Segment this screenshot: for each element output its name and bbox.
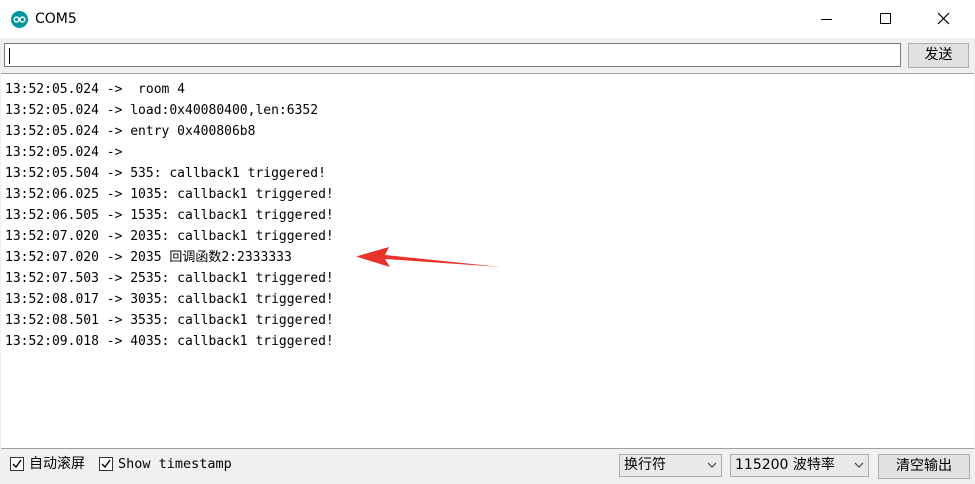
clear-output-button[interactable]: 清空输出 [878,454,970,479]
show-timestamp-checkbox[interactable] [99,457,113,471]
chevron-down-icon [707,462,717,468]
serial-output[interactable]: 13:52:05.024 -> room 4 13:52:05.024 -> lo… [1,73,974,449]
red-arrow-annotation [356,247,501,267]
command-input[interactable] [4,43,901,67]
chevron-down-icon [854,462,864,468]
autoscroll-label: 自动滚屏 [29,456,85,472]
arduino-logo-icon [11,11,28,28]
arrow-shape [356,247,501,267]
checkmark-icon [101,459,111,469]
autoscroll-checkbox[interactable] [10,457,24,471]
maximize-button[interactable] [855,0,915,38]
close-icon [937,12,950,25]
command-bar: 发送 [0,38,975,72]
status-bar: 自动滚屏 Show timestamp 换行符 115200 波特率 清空输出 [0,449,975,484]
maximize-icon [880,13,891,24]
line-ending-value: 换行符 [624,457,666,473]
baud-rate-value: 115200 波特率 [735,457,835,473]
text-caret [9,48,10,64]
line-ending-select[interactable]: 换行符 [619,454,722,477]
minimize-icon [821,19,832,20]
title-bar: COM5 [0,0,975,38]
send-button[interactable]: 发送 [908,43,969,68]
baud-rate-select[interactable]: 115200 波特率 [730,454,869,477]
show-timestamp-label: Show timestamp [118,456,232,472]
close-button[interactable] [913,0,973,38]
minimize-button[interactable] [797,0,857,38]
checkmark-icon [12,459,22,469]
window-title: COM5 [35,11,77,27]
